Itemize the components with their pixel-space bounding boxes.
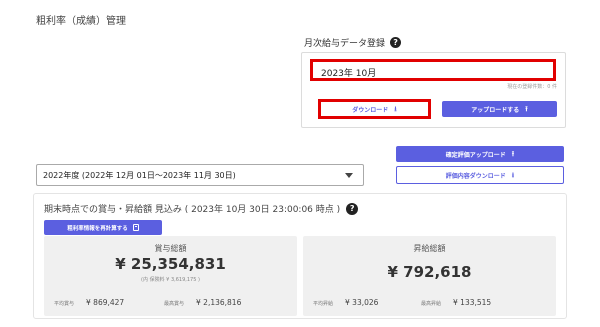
eval-download-button[interactable]: 評価内容ダウンロード ⭳ [396,166,564,184]
eval-download-label: 評価内容ダウンロード [445,172,506,180]
bonus-max-label: 最高賞与 [164,301,185,307]
recalculate-button[interactable]: 粗利率情報を再計算する [44,220,162,235]
raise-avg-label: 平均昇給 [313,301,334,307]
forecast-title-row: 期末時点での賞与・昇給額 見込み ( 2023年 10月 30日 23:00:0… [44,202,359,215]
bonus-max: 最高賞与 ¥ 2,136,816 [164,298,241,307]
download-button[interactable]: ダウンロード ⭳ [318,99,431,119]
calculator-icon [132,224,139,231]
confirm-eval-upload-button[interactable]: 確定評価アップロード ⭱ [396,146,564,162]
fiscal-year-select[interactable]: 2022年度 (2022年 12月 01日〜2023年 11月 30日) [36,164,364,186]
upload-icon: ⭱ [511,149,515,158]
bonus-avg-label: 平均賞与 [54,301,75,307]
question-circle-icon[interactable]: ? [346,202,359,215]
download-icon: ⭳ [511,170,515,179]
question-circle-icon[interactable]: ? [390,37,402,48]
chevron-down-icon [345,173,353,178]
raise-max: 最高昇給 ¥ 133,515 [421,298,491,307]
raise-max-label: 最高昇給 [421,301,442,307]
bonus-amount: ¥ 25,354,831 [115,255,226,273]
registered-count: 現在の登録件数：0 件 [507,84,557,90]
download-icon: ⭳ [394,104,397,113]
bonus-insurance: (内 保険料 ¥ 3,619,175 ) [141,277,200,283]
raise-title: 昇給総額 [413,244,446,253]
raise-card: 昇給総額 ¥ 792,618 平均昇給 ¥ 33,026 最高昇給 ¥ 133,… [303,236,556,316]
upload-icon: ⭱ [525,104,528,113]
forecast-title: 期末時点での賞与・昇給額 見込み ( 2023年 10月 30日 23:00:0… [44,205,341,215]
bonus-card: 賞与総額 ¥ 25,354,831 (内 保険料 ¥ 3,619,175 ) 平… [44,236,297,316]
raise-max-value: ¥ 133,515 [453,298,492,307]
raise-amount: ¥ 792,618 [387,263,472,281]
monthly-upload-label: 月次給与データ登録 [304,39,386,49]
bonus-avg-value: ¥ 869,427 [86,298,125,307]
page-title: 粗利率（成績）管理 [36,16,126,27]
bonus-max-value: ¥ 2,136,816 [196,298,242,307]
bonus-avg: 平均賞与 ¥ 869,427 [54,298,124,307]
raise-avg: 平均昇給 ¥ 33,026 [313,298,378,307]
forecast-section: 期末時点での賞与・昇給額 見込み ( 2023年 10月 30日 23:00:0… [33,193,567,319]
upload-button[interactable]: アップロードする ⭱ [442,101,557,117]
month-input[interactable]: 2023年 10月 [310,59,556,81]
bonus-title: 賞与総額 [154,244,187,253]
fiscal-year-value: 2022年度 (2022年 12月 01日〜2023年 11月 30日) [43,171,236,180]
confirm-eval-upload-label: 確定評価アップロード [445,151,506,159]
recalculate-label: 粗利率情報を再計算する [67,225,128,232]
monthly-upload-label-row: 月次給与データ登録 ? [304,36,402,49]
monthly-upload-box: 2023年 10月 現在の登録件数：0 件 ダウンロード ⭳ アップロードする … [301,52,566,128]
upload-button-label: アップロードする [471,106,520,114]
download-button-label: ダウンロード [352,106,389,114]
monthly-upload-panel: 月次給与データ登録 ? 2023年 10月 現在の登録件数：0 件 ダウンロード… [301,32,566,128]
raise-avg-value: ¥ 33,026 [345,298,379,307]
